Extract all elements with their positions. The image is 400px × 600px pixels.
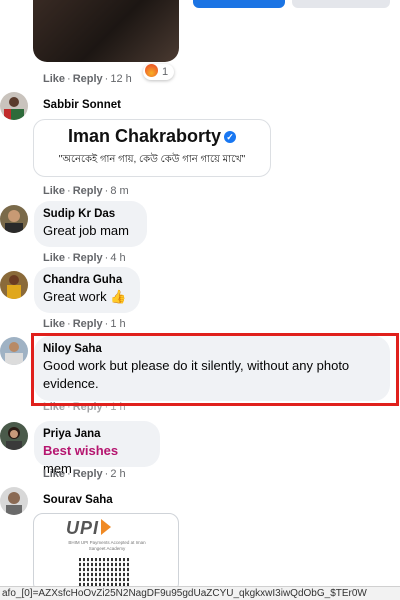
like-link[interactable]: Like [43, 468, 65, 480]
reply-link[interactable]: Reply [73, 73, 103, 85]
comment-image[interactable] [33, 0, 179, 62]
comment-bubble: Sudip Kr Das Great job mam [34, 201, 147, 247]
like-link[interactable]: Like [43, 185, 65, 197]
angry-reaction-icon [145, 64, 158, 77]
like-link[interactable]: Like [43, 252, 65, 264]
upi-logo: UPI [66, 518, 112, 539]
comment-actions: Like · Reply · 12 h [43, 73, 132, 85]
comment-text: Great work [43, 289, 107, 304]
timestamp[interactable]: 8 m [110, 185, 128, 197]
comment-text-highlight: Best wishes [43, 443, 119, 458]
upi-caption: BHIM UPI Payments Accepted at Iman Sange… [68, 540, 146, 551]
comment-actions: Like · Reply · 1 h [43, 318, 126, 330]
upi-image-attachment[interactable]: UPI BHIM UPI Payments Accepted at Iman S… [33, 513, 179, 593]
status-bar-url: afo_[0]=AZXsfcHoOvZi25N2NagDF9u95gdUaZCY… [0, 586, 400, 600]
quote-card[interactable]: Iman Chakraborty ✓ "অনেকেই গান গায়, কেউ … [33, 119, 271, 177]
quote-card-name: Iman Chakraborty [67, 126, 222, 146]
reply-link[interactable]: Reply [73, 185, 103, 197]
like-link[interactable]: Like [43, 318, 65, 330]
avatar[interactable] [0, 271, 28, 299]
reply-link[interactable]: Reply [73, 468, 103, 480]
timestamp[interactable]: 4 h [110, 252, 125, 264]
comments-page: Like · Reply · 12 h 1 Sabbir Sonnet Iman Cha… [0, 0, 400, 600]
comment-author[interactable]: Priya Jana [43, 428, 149, 440]
quote-card-text: "অনেকেই গান গায়, কেউ কেউ গান গায়ে মাখে… [58, 154, 246, 165]
verified-badge-icon: ✓ [224, 131, 237, 143]
avatar[interactable] [0, 205, 28, 233]
secondary-button[interactable] [292, 0, 390, 8]
comment-actions: Like · Reply · 8 m [43, 185, 129, 197]
comment-actions: Like · Reply · 4 h [43, 252, 126, 264]
reaction-badge[interactable]: 1 [143, 64, 175, 80]
comment-bubble: Chandra Guha Great work 👍 [34, 267, 140, 313]
comment-author[interactable]: Sudip Kr Das [43, 208, 136, 220]
comment-bubble: Priya Jana Best wishes mem [34, 421, 160, 476]
reaction-count: 1 [162, 66, 169, 78]
avatar[interactable] [0, 487, 28, 515]
reply-link[interactable]: Reply [73, 252, 103, 264]
timestamp[interactable]: 2 h [110, 468, 125, 480]
comment-text: Great job mam [43, 223, 129, 238]
avatar[interactable] [0, 337, 28, 365]
like-link[interactable]: Like [43, 73, 65, 85]
thumbs-up-icon: 👍 [110, 289, 127, 304]
timestamp[interactable]: 1 h [110, 318, 125, 330]
comment-author[interactable]: Sourav Saha [43, 494, 113, 506]
comment-author[interactable]: Sabbir Sonnet [43, 99, 121, 111]
timestamp[interactable]: 12 h [110, 73, 131, 85]
comment-text-row: Great work 👍 [43, 288, 129, 306]
comment-actions: Like · Reply · 2 h [43, 468, 126, 480]
avatar[interactable] [0, 92, 28, 120]
quote-card-title: Iman Chakraborty ✓ [34, 126, 270, 147]
reply-link[interactable]: Reply [73, 318, 103, 330]
comment-author[interactable]: Chandra Guha [43, 274, 129, 286]
primary-button[interactable] [193, 0, 285, 8]
avatar[interactable] [0, 422, 28, 450]
highlight-annotation [31, 333, 399, 406]
